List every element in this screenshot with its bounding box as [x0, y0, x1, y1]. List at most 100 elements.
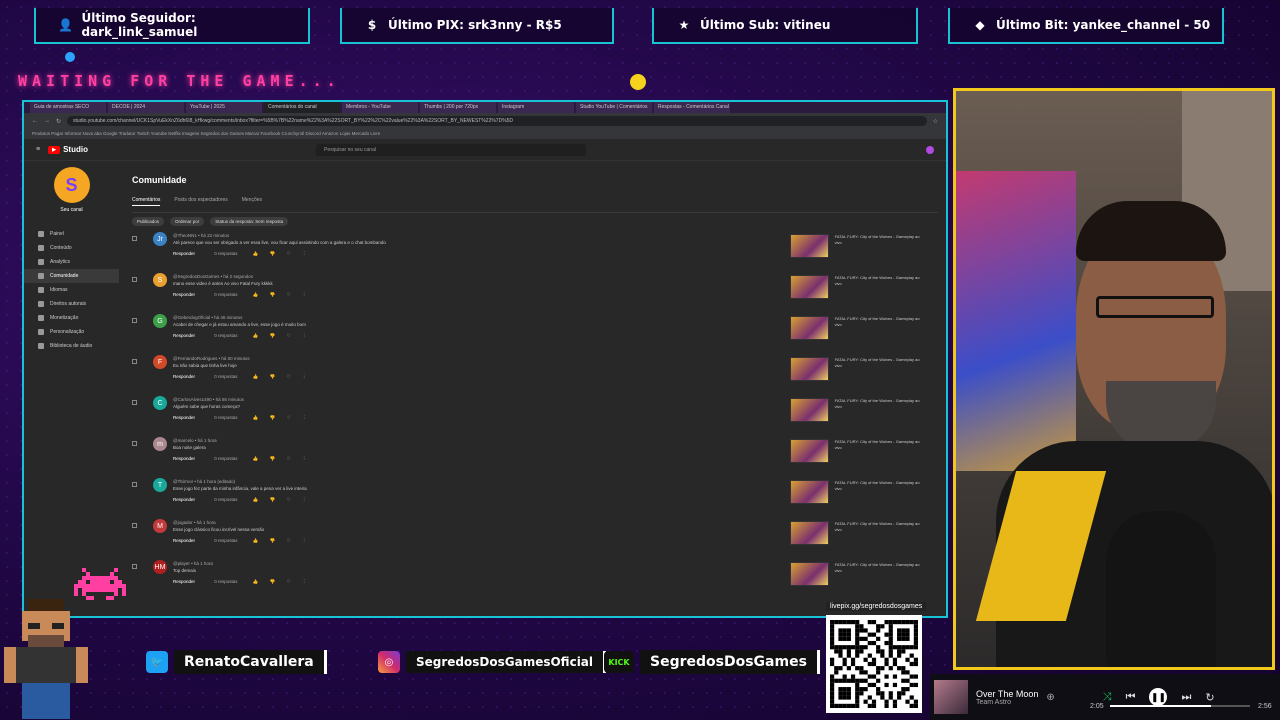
commenter-avatar[interactable]: M — [153, 519, 167, 533]
commenter-avatar[interactable]: m — [153, 437, 167, 451]
responses-count[interactable]: 0 respostas — [214, 538, 237, 543]
video-reference[interactable]: FATAL FURY: City of the Wolves - Gamepla… — [790, 398, 920, 422]
dislike-icon[interactable]: 👎 — [270, 415, 276, 420]
reply-button[interactable]: Responder — [173, 456, 195, 461]
browser-tab[interactable]: Guia de amostras SECO — [30, 102, 106, 113]
filter-chip[interactable]: Status da resposta: Sem resposta — [210, 217, 289, 226]
responses-count[interactable]: 0 respostas — [214, 456, 237, 461]
sidebar-item-painel[interactable]: Painel — [24, 227, 119, 241]
sidebar-item-personalizacao[interactable]: Personalização — [24, 325, 119, 339]
sidebar-item-idiomas[interactable]: Idiomas — [24, 283, 119, 297]
browser-tab[interactable]: DECOE | 2024 — [108, 102, 184, 113]
video-reference[interactable]: FATAL FURY: City of the Wolves - Gamepla… — [790, 357, 920, 381]
channel-avatar[interactable]: S — [53, 167, 90, 203]
heart-icon[interactable]: ♡ — [287, 374, 291, 379]
dislike-icon[interactable]: 👎 — [270, 333, 276, 338]
reply-button[interactable]: Responder — [173, 251, 195, 256]
more-icon[interactable]: ⋮ — [302, 292, 307, 297]
video-reference[interactable]: FATAL FURY: City of the Wolves - Gamepla… — [790, 275, 920, 299]
shuffle-icon[interactable]: ⤨ — [1103, 691, 1112, 704]
reload-icon[interactable]: ↻ — [56, 118, 61, 125]
reply-button[interactable]: Responder — [173, 415, 195, 420]
heart-icon[interactable]: ♡ — [287, 497, 291, 502]
sidebar-item-conteudo[interactable]: Conteúdo — [24, 241, 119, 255]
reply-button[interactable]: Responder — [173, 292, 195, 297]
responses-count[interactable]: 0 respostas — [214, 333, 237, 338]
row-checkbox[interactable] — [132, 400, 137, 405]
commenter-avatar[interactable]: C — [153, 396, 167, 410]
dislike-icon[interactable]: 👎 — [270, 579, 276, 584]
like-icon[interactable]: 👍 — [253, 251, 259, 256]
video-reference[interactable]: FATAL FURY: City of the Wolves - Gamepla… — [790, 234, 920, 258]
browser-tab[interactable]: Respostas - Comentários Canal — [654, 102, 730, 113]
back-icon[interactable]: ← — [32, 118, 38, 124]
browser-tab[interactable]: Thumbs | 200 por 720px — [420, 102, 496, 113]
tab-comentarios[interactable]: Comentários — [132, 197, 161, 206]
reply-button[interactable]: Responder — [173, 579, 195, 584]
filter-chip[interactable]: Publicados — [132, 217, 165, 226]
heart-icon[interactable]: ♡ — [287, 538, 291, 543]
forward-icon[interactable]: → — [44, 118, 50, 124]
commenter-avatar[interactable]: F — [153, 355, 167, 369]
search-input[interactable]: Pesquisar no seu canal — [315, 143, 586, 156]
more-icon[interactable]: ⋮ — [302, 497, 307, 502]
pause-button[interactable]: ❚❚ — [1149, 688, 1168, 706]
heart-icon[interactable]: ♡ — [287, 333, 291, 338]
heart-icon[interactable]: ♡ — [287, 251, 291, 256]
like-icon[interactable]: 👍 — [253, 374, 259, 379]
sidebar-item-audio[interactable]: Biblioteca de áudio — [24, 339, 119, 353]
video-reference[interactable]: FATAL FURY: City of the Wolves - Gamepla… — [790, 562, 920, 586]
heart-icon[interactable]: ♡ — [287, 415, 291, 420]
reply-button[interactable]: Responder — [173, 333, 195, 338]
more-icon[interactable]: ⋮ — [302, 374, 307, 379]
tab-mencoes[interactable]: Menções — [242, 197, 262, 206]
responses-count[interactable]: 0 respostas — [214, 374, 237, 379]
filter-chip[interactable]: Ordenar por — [170, 217, 205, 226]
like-icon[interactable]: 👍 — [253, 579, 259, 584]
responses-count[interactable]: 0 respostas — [214, 497, 237, 502]
dislike-icon[interactable]: 👎 — [270, 251, 276, 256]
video-reference[interactable]: FATAL FURY: City of the Wolves - Gamepla… — [790, 521, 920, 545]
commenter-avatar[interactable]: G — [153, 314, 167, 328]
responses-count[interactable]: 0 respostas — [214, 579, 237, 584]
responses-count[interactable]: 0 respostas — [214, 251, 237, 256]
previous-icon[interactable]: ⏮ — [1126, 691, 1136, 704]
browser-tab[interactable]: Studio YouTube | Comentários — [576, 102, 652, 113]
sidebar-item-comunidade[interactable]: Comunidade — [24, 269, 119, 283]
reply-button[interactable]: Responder — [173, 538, 195, 543]
row-checkbox[interactable] — [132, 277, 137, 282]
like-icon[interactable]: 👍 — [253, 456, 259, 461]
progress-bar[interactable] — [1110, 705, 1250, 707]
row-checkbox[interactable] — [132, 482, 137, 487]
tab-posts[interactable]: Posts dos espectadores — [174, 197, 227, 206]
commenter-avatar[interactable]: Jr — [153, 232, 167, 246]
more-icon[interactable]: ⋮ — [302, 333, 307, 338]
add-icon[interactable]: ⊕ — [1046, 692, 1054, 703]
responses-count[interactable]: 0 respostas — [214, 292, 237, 297]
commenter-avatar[interactable]: T — [153, 478, 167, 492]
row-checkbox[interactable] — [132, 318, 137, 323]
sidebar-item-direitos[interactable]: Direitos autorais — [24, 297, 119, 311]
star-bookmark-icon[interactable]: ☆ — [933, 118, 938, 125]
row-checkbox[interactable] — [132, 523, 137, 528]
row-checkbox[interactable] — [132, 359, 137, 364]
sidebar-item-analytics[interactable]: Analytics — [24, 255, 119, 269]
dislike-icon[interactable]: 👎 — [270, 292, 276, 297]
heart-icon[interactable]: ♡ — [287, 456, 291, 461]
reply-button[interactable]: Responder — [173, 497, 195, 502]
like-icon[interactable]: 👍 — [253, 292, 259, 297]
browser-tab[interactable]: YouTube | 2025 — [186, 102, 262, 113]
heart-icon[interactable]: ♡ — [287, 292, 291, 297]
next-icon[interactable]: ⏭ — [1181, 691, 1191, 704]
video-reference[interactable]: FATAL FURY: City of the Wolves - Gamepla… — [790, 480, 920, 504]
responses-count[interactable]: 0 respostas — [214, 415, 237, 420]
address-input[interactable]: studio.youtube.com/channel/UCK1SpVuEkXnZ… — [67, 116, 927, 126]
browser-tab-active[interactable]: Comentários do canal — [264, 102, 340, 113]
heart-icon[interactable]: ♡ — [287, 579, 291, 584]
studio-logo[interactable]: ▶ Studio — [48, 145, 88, 154]
like-icon[interactable]: 👍 — [253, 415, 259, 420]
more-icon[interactable]: ⋮ — [302, 456, 307, 461]
account-avatar[interactable] — [926, 145, 934, 154]
sidebar-item-monetizacao[interactable]: Monetização — [24, 311, 119, 325]
row-checkbox[interactable] — [132, 564, 137, 569]
